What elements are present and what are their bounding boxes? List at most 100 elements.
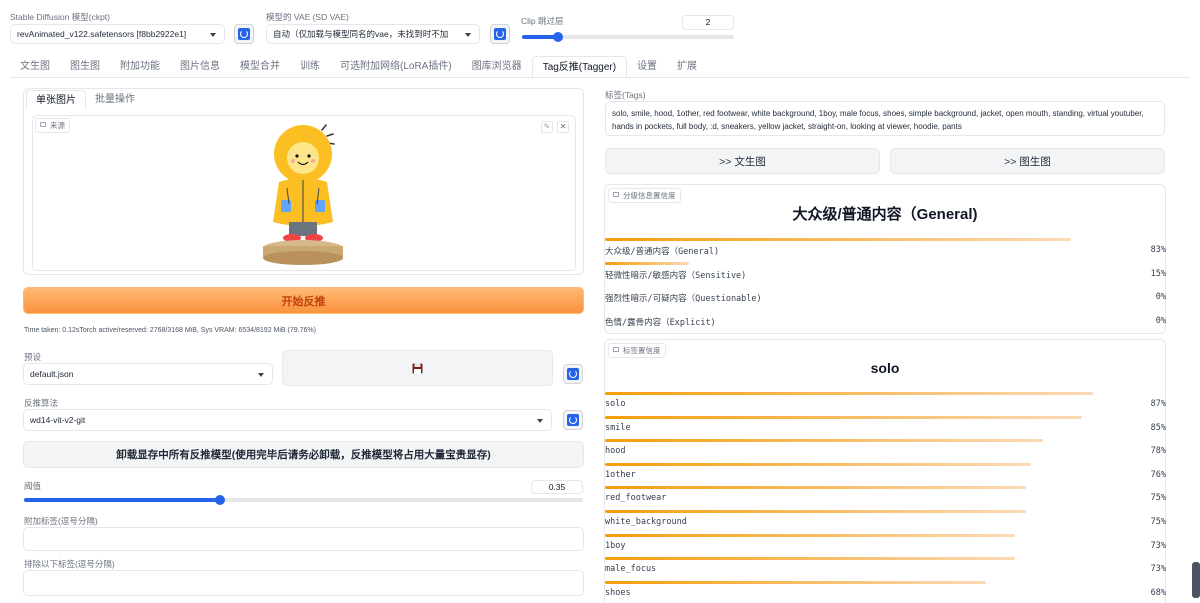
confidence-bar	[605, 580, 986, 584]
tab-9[interactable]: 设置	[627, 56, 667, 78]
confidence-label: red_footwear	[605, 493, 667, 504]
exclude-tags-input[interactable]	[23, 570, 584, 596]
confidence-bar	[605, 557, 1015, 561]
tab-0[interactable]: 文生图	[10, 56, 60, 78]
confidence-row: 大众级/普通内容（General) 83%	[605, 238, 1166, 262]
time-info: Time taken: 0.12sTorch active/reserved: …	[24, 327, 316, 334]
chart-icon	[613, 192, 619, 197]
page-scrollbar[interactable]	[1192, 562, 1200, 598]
model-select[interactable]: revAnimated_v122.safetensors [f8bb2922e1…	[10, 24, 225, 44]
tags-label: 标签(Tags)	[605, 90, 646, 100]
refresh-icon	[238, 28, 250, 40]
clip-skip-slider-thumb[interactable]	[553, 32, 564, 42]
tab-single-image[interactable]: 单张图片	[26, 90, 86, 110]
threshold-input[interactable]: 0.35	[531, 480, 583, 494]
floppy-disk-icon	[412, 363, 423, 373]
confidence-label: shoes	[605, 587, 631, 598]
confidence-label: solo	[605, 399, 626, 409]
confidence-bar	[605, 486, 1026, 490]
tab-3[interactable]: 图片信息	[170, 56, 230, 78]
clip-skip-slider[interactable]	[522, 32, 734, 42]
additional-tags-input[interactable]	[23, 527, 584, 551]
tags-output[interactable]: solo, smile, hood, 1other, red footwear,…	[605, 101, 1165, 136]
refresh-preset-button[interactable]	[563, 364, 583, 384]
confidence-row: smile 85%	[605, 415, 1166, 440]
input-subtabs: 单张图片 批量操作	[26, 90, 144, 110]
confidence-bar	[605, 415, 1082, 419]
confidence-bar	[605, 462, 1031, 466]
confidence-row: shoes 68%	[605, 580, 1166, 603]
chart-icon	[613, 347, 619, 352]
exclude-tags-label: 排除以下标签(逗号分隔)	[24, 559, 115, 569]
tab-10[interactable]: 扩展	[667, 56, 707, 78]
threshold-slider[interactable]	[24, 495, 583, 505]
preset-select[interactable]: default.json	[23, 363, 273, 385]
close-icon[interactable]: ✕	[557, 121, 569, 133]
confidence-label: 色情/露骨内容（Explicit)	[605, 317, 716, 328]
tag-confidence-tag-label: 标签置信度	[623, 346, 661, 355]
confidence-row: 强烈性暗示/可疑内容（Questionable) 0%	[605, 285, 1166, 309]
confidence-label: 1other	[605, 469, 636, 480]
tab-8[interactable]: Tag反推(Tagger)	[531, 56, 628, 78]
refresh-interrogator-button[interactable]	[563, 410, 583, 430]
send-to-txt2img-button[interactable]: >> 文生图	[605, 148, 880, 174]
clip-skip-input[interactable]: 2	[682, 15, 734, 30]
save-preset-button[interactable]	[282, 350, 553, 386]
source-tag: 来源	[35, 118, 70, 133]
confidence-percent: 76%	[1150, 469, 1166, 480]
confidence-percent: 0%	[1155, 292, 1166, 303]
confidence-label: 轻微性暗示/敏感内容（Sensitive)	[605, 270, 747, 281]
confidence-bar	[605, 510, 1026, 513]
rating-tag: 分级信息置信度	[608, 188, 681, 203]
threshold-slider-thumb[interactable]	[214, 495, 225, 505]
tab-7[interactable]: 图库浏览器	[462, 56, 532, 78]
confidence-label: white_background	[605, 517, 687, 527]
rating-tag-label: 分级信息置信度	[623, 191, 676, 200]
confidence-row: 1other 76%	[605, 462, 1166, 487]
refresh-model-button[interactable]	[234, 24, 254, 44]
image-input-panel: 单张图片 批量操作 来源 ✎ ✕	[23, 88, 584, 275]
unload-models-button[interactable]: 卸载显存中所有反推模型(使用完毕后请务必卸载，反推模型将占用大量宝贵显存)	[23, 441, 584, 468]
image-icon	[40, 122, 46, 127]
main-tabs: 文生图 图生图 附加功能 图片信息 模型合并 训练 可选附加网络(LoRA插件) 图库浏览器 T…	[10, 56, 707, 78]
confidence-label: 强烈性暗示/可疑内容（Questionable)	[605, 294, 762, 305]
interrogate-button[interactable]: 开始反推	[23, 287, 584, 314]
send-to-img2img-button[interactable]: >> 图生图	[890, 148, 1165, 174]
confidence-row: white_background 75%	[605, 510, 1166, 534]
preset-label: 预设	[24, 352, 42, 362]
confidence-row: 轻微性暗示/敏感内容（Sensitive) 15%	[605, 261, 1166, 286]
tab-batch[interactable]: 批量操作	[86, 90, 144, 110]
confidence-percent: 75%	[1150, 493, 1166, 504]
vae-label: 模型的 VAE (SD VAE)	[266, 12, 349, 22]
confidence-label: male_focus	[605, 564, 657, 575]
confidence-label: hood	[605, 446, 626, 457]
tab-divider	[10, 77, 1190, 78]
confidence-percent: 85%	[1150, 422, 1166, 433]
preset-select-value: default.json	[30, 369, 74, 379]
confidence-label: 1boy	[605, 540, 626, 551]
confidence-percent: 0%	[1155, 315, 1166, 326]
tab-1[interactable]: 图生图	[60, 56, 110, 78]
model-select-value: revAnimated_v122.safetensors [f8bb2922e1…	[17, 29, 187, 39]
confidence-row: solo 87%	[605, 392, 1166, 416]
tab-2[interactable]: 附加功能	[110, 56, 170, 78]
confidence-label: 大众级/普通内容（General)	[605, 247, 720, 257]
confidence-percent: 83%	[1150, 245, 1166, 255]
chevron-down-icon	[258, 373, 264, 377]
clip-skip-label: Clip 跳过层	[521, 16, 564, 26]
model-label: Stable Diffusion 模型(ckpt)	[10, 12, 110, 22]
tab-4[interactable]: 模型合并	[230, 56, 290, 78]
confidence-label: smile	[605, 422, 631, 433]
refresh-icon	[567, 414, 579, 426]
confidence-bar	[605, 392, 1093, 395]
tab-6[interactable]: 可选附加网络(LoRA插件)	[330, 56, 462, 78]
image-upload-area[interactable]: 来源 ✎ ✕	[32, 115, 576, 271]
interrogator-select[interactable]: wd14-vit-v2-git	[23, 409, 552, 431]
edit-icon[interactable]: ✎	[541, 121, 553, 133]
tab-5[interactable]: 训练	[290, 56, 330, 78]
refresh-vae-button[interactable]	[490, 24, 510, 44]
refresh-icon	[567, 368, 579, 380]
confidence-bar	[605, 261, 689, 265]
confidence-percent: 73%	[1150, 540, 1166, 551]
vae-select[interactable]: 自动（仅加载与模型同名的vae，未找到时不加	[266, 24, 480, 44]
